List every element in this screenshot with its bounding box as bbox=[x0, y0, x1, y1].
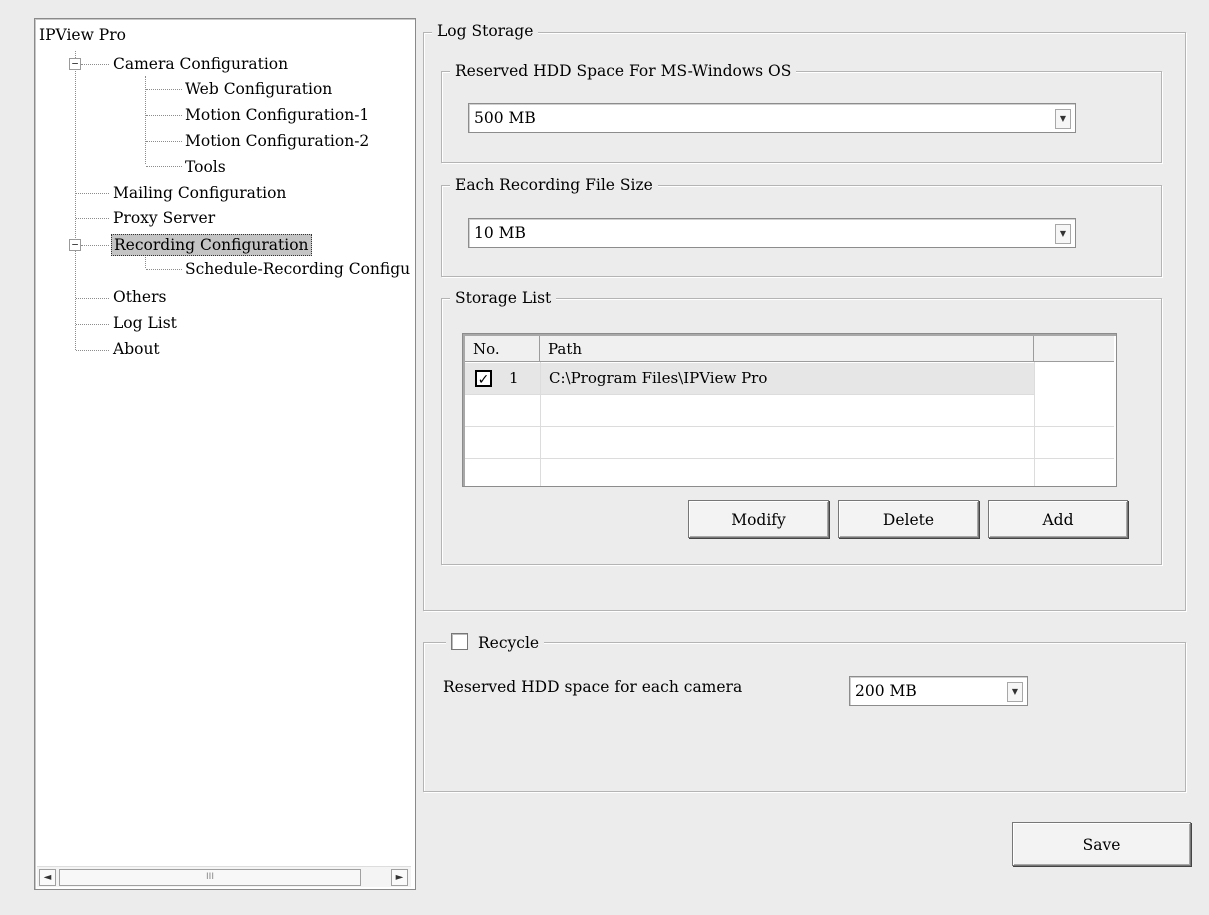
tree-connector bbox=[76, 298, 109, 299]
scroll-left-icon[interactable]: ◄ bbox=[39, 869, 56, 886]
reserved-per-camera-value: 200 MB bbox=[855, 682, 917, 700]
table-row-empty bbox=[465, 459, 1114, 490]
column-header-no[interactable]: No. bbox=[465, 336, 540, 362]
table-row-empty bbox=[465, 427, 1114, 459]
chevron-down-icon[interactable]: ▼ bbox=[1055, 224, 1071, 244]
tree-connector bbox=[146, 89, 182, 90]
tree-connector bbox=[76, 350, 109, 351]
recycle-checkbox[interactable] bbox=[451, 633, 468, 650]
recycle-label: Recycle bbox=[478, 634, 540, 652]
file-size-title: Each Recording File Size bbox=[450, 175, 658, 195]
table-row[interactable]: ✓ 1 C:\Program Files\IPView Pro bbox=[465, 363, 1034, 395]
tree-connector bbox=[146, 141, 182, 142]
navigation-tree[interactable]: IPView Pro − Camera Configuration Web Co… bbox=[34, 18, 416, 890]
collapse-icon[interactable]: − bbox=[69, 239, 81, 251]
column-divider bbox=[1034, 362, 1035, 486]
check-icon: ✓ bbox=[477, 372, 490, 388]
tree-item-motion-configuration-1[interactable]: Motion Configuration-1 bbox=[185, 105, 369, 125]
modify-button[interactable]: Modify bbox=[688, 500, 829, 538]
horizontal-scrollbar[interactable]: ◄ III ► bbox=[37, 866, 411, 887]
tree-item-camera-configuration[interactable]: Camera Configuration bbox=[113, 54, 288, 74]
reserved-hdd-title: Reserved HDD Space For MS-Windows OS bbox=[450, 61, 797, 81]
row-path: C:\Program Files\IPView Pro bbox=[549, 369, 768, 387]
file-size-value: 10 MB bbox=[474, 224, 526, 242]
storage-list-table[interactable]: No. Path ✓ 1 C:\Program Files\IPView Pro bbox=[462, 333, 1117, 487]
tree-item-motion-configuration-2[interactable]: Motion Configuration-2 bbox=[185, 131, 369, 151]
scroll-right-icon[interactable]: ► bbox=[391, 869, 408, 886]
chevron-down-icon[interactable]: ▼ bbox=[1007, 682, 1023, 702]
column-divider bbox=[540, 362, 541, 486]
tree-connector bbox=[76, 193, 109, 194]
tree-item-log-list[interactable]: Log List bbox=[113, 313, 177, 333]
tree-connector bbox=[76, 324, 109, 325]
tree-connector bbox=[81, 64, 109, 65]
delete-button[interactable]: Delete bbox=[838, 500, 979, 538]
tree-connector bbox=[76, 218, 109, 219]
tree-connector bbox=[146, 269, 182, 270]
save-button[interactable]: Save bbox=[1012, 822, 1191, 866]
tree-item-recording-configuration[interactable]: Recording Configuration bbox=[111, 234, 312, 256]
tree-item-mailing-configuration[interactable]: Mailing Configuration bbox=[113, 183, 286, 203]
reserved-hdd-select[interactable]: 500 MB ▼ bbox=[468, 103, 1076, 133]
tree-item-proxy-server[interactable]: Proxy Server bbox=[113, 208, 215, 228]
tree-item-tools[interactable]: Tools bbox=[185, 157, 226, 177]
file-size-select[interactable]: 10 MB ▼ bbox=[468, 218, 1076, 248]
add-button[interactable]: Add bbox=[988, 500, 1128, 538]
tree-connector bbox=[146, 166, 182, 167]
recycle-legend: Recycle bbox=[446, 633, 545, 657]
column-header-extra[interactable] bbox=[1034, 336, 1114, 362]
reserved-hdd-value: 500 MB bbox=[474, 109, 536, 127]
column-header-path[interactable]: Path bbox=[540, 336, 1034, 362]
tree-connector bbox=[81, 245, 109, 246]
tree-item-web-configuration[interactable]: Web Configuration bbox=[185, 79, 332, 99]
tree-connector bbox=[146, 115, 182, 116]
reserved-per-camera-select[interactable]: 200 MB ▼ bbox=[849, 676, 1028, 706]
chevron-down-icon[interactable]: ▼ bbox=[1055, 109, 1071, 129]
scrollbar-thumb[interactable]: III bbox=[59, 869, 361, 886]
tree-item-others[interactable]: Others bbox=[113, 287, 166, 307]
log-storage-title: Log Storage bbox=[432, 21, 539, 41]
reserved-per-camera-label: Reserved HDD space for each camera bbox=[443, 678, 743, 696]
tree-item-schedule-recording-configuration[interactable]: Schedule-Recording Configu bbox=[185, 259, 410, 279]
tree-connector bbox=[75, 51, 76, 350]
recycle-group bbox=[423, 642, 1186, 792]
table-row-empty bbox=[465, 395, 1114, 427]
tree-root[interactable]: IPView Pro bbox=[39, 25, 126, 45]
tree-item-about[interactable]: About bbox=[113, 339, 160, 359]
row-checkbox[interactable]: ✓ bbox=[475, 370, 492, 388]
row-number: 1 bbox=[509, 369, 519, 387]
storage-list-title: Storage List bbox=[450, 288, 557, 308]
collapse-icon[interactable]: − bbox=[69, 58, 81, 70]
